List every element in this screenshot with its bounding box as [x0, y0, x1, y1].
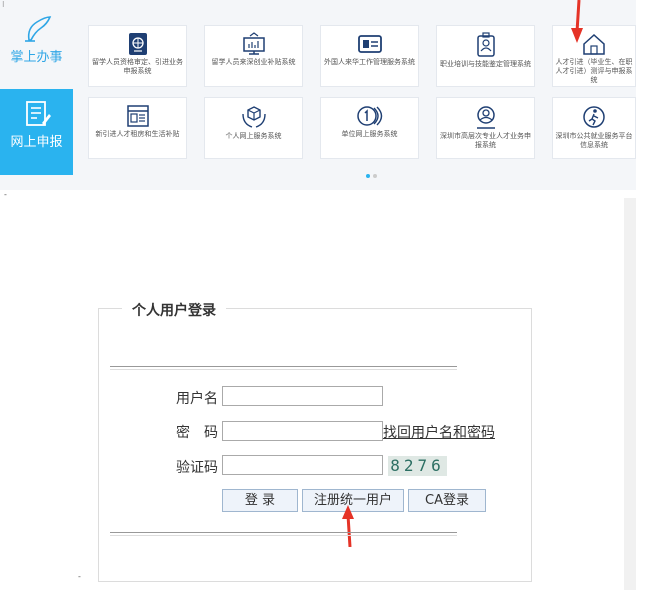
service-card[interactable]: 人才引进（毕业生、在职人才引进）测评与申报系统: [552, 25, 636, 87]
edge-mark: -: [78, 572, 81, 581]
annotation-arrow-icon: [571, 0, 583, 43]
scrollbar[interactable]: [624, 198, 636, 590]
service-card-label: 深圳市高层次专业人才业务申报系统: [440, 132, 531, 149]
coins-icon: [356, 106, 382, 126]
badge-person-icon: [476, 32, 495, 57]
side-nav: 掌上办事 网上申报: [0, 0, 73, 190]
login-fieldset: [98, 308, 532, 582]
captcha-image[interactable]: 8276: [388, 456, 447, 476]
quill-pen-icon: [24, 16, 51, 42]
person-circle-icon: [476, 106, 495, 129]
service-card-label: 单位网上服务系统: [341, 130, 398, 138]
service-card[interactable]: 深圳市公共就业服务平台信息系统: [552, 97, 636, 159]
globe-passport-icon: [128, 33, 147, 55]
house-icon: [583, 33, 605, 55]
recover-account-link[interactable]: 找回用户名和密码: [383, 422, 495, 442]
username-label: 用户名: [176, 391, 218, 407]
monitor-chart-icon: [242, 32, 265, 55]
captcha-input[interactable]: [222, 455, 383, 475]
id-card-icon: [357, 35, 382, 53]
service-card-label: 深圳市公共就业服务平台信息系统: [555, 132, 633, 149]
service-card[interactable]: 留学人员来深创业补贴系统: [204, 25, 303, 87]
service-card-label: 职业培训与技能鉴定管理系统: [440, 60, 531, 68]
side-nav-label: 掌上办事: [10, 50, 63, 65]
service-card[interactable]: 外国人来华工作管理服务系统: [320, 25, 419, 87]
captcha-label: 验证码: [176, 460, 218, 476]
edge-mark: -: [4, 190, 7, 199]
service-card[interactable]: 留学人员资格审定、引进业务申报系统: [88, 25, 187, 87]
carousel-pagination: [366, 163, 380, 182]
service-card[interactable]: 深圳市高层次专业人才业务申报系统: [436, 97, 535, 159]
document-edit-icon: [25, 101, 51, 126]
service-card[interactable]: 个人网上服务系统: [204, 97, 303, 159]
carousel-dot[interactable]: [373, 174, 377, 178]
divider: [110, 366, 457, 370]
divider: [110, 532, 457, 536]
carousel-dot-active[interactable]: [366, 174, 370, 178]
login-title: 个人用户登录: [122, 300, 226, 320]
service-card-label: 个人网上服务系统: [225, 132, 282, 140]
annotation-arrow-icon: [342, 505, 354, 547]
password-input[interactable]: [222, 421, 383, 441]
service-card-label: 外国人来华工作管理服务系统: [324, 58, 415, 66]
password-label: 密 码: [176, 425, 218, 441]
edge-mark: ⁝: [2, 0, 5, 9]
service-card[interactable]: 新引进人才租房和生活补贴: [88, 97, 187, 159]
service-card-label: 留学人员资格审定、引进业务申报系统: [92, 58, 183, 75]
service-card[interactable]: 职业培训与技能鉴定管理系统: [436, 25, 535, 87]
service-card-label: 留学人员来深创业补贴系统: [211, 58, 296, 66]
web-page-icon: [126, 105, 149, 127]
side-nav-label: 网上申报: [10, 135, 63, 150]
service-card[interactable]: 单位网上服务系统: [320, 97, 419, 159]
login-button[interactable]: 登 录: [222, 489, 298, 512]
side-nav-mobile-service[interactable]: 掌上办事: [0, 4, 73, 88]
ca-login-button[interactable]: CA登录: [408, 489, 486, 512]
username-input[interactable]: [222, 386, 383, 406]
service-card-label: 新引进人才租房和生活补贴: [95, 130, 180, 138]
hands-cube-icon: [241, 106, 266, 128]
service-card-label: 人才引进（毕业生、在职人才引进）测评与申报系统: [555, 58, 633, 84]
side-nav-online-declare[interactable]: 网上申报: [0, 89, 73, 175]
walking-person-icon: [583, 106, 605, 128]
